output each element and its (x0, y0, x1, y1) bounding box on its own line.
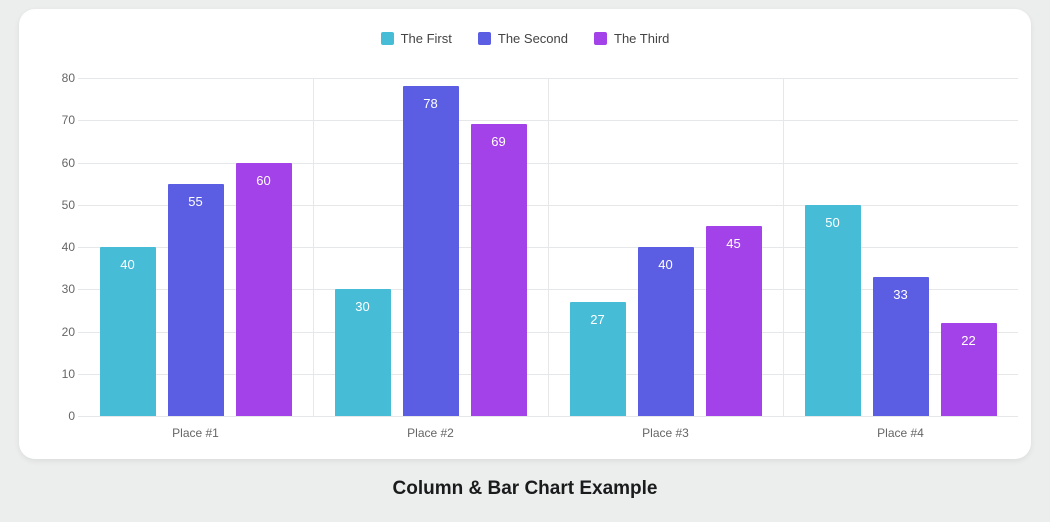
y-tick-label: 50 (47, 198, 75, 212)
bar-value-label: 50 (825, 215, 839, 230)
y-tick-label: 0 (47, 409, 75, 423)
legend-label-second: The Second (498, 31, 568, 46)
chart-title: Column & Bar Chart Example (0, 478, 1050, 500)
y-tick-label: 70 (47, 113, 75, 127)
x-tick-label: Place #3 (642, 426, 689, 440)
bar-value-label: 55 (188, 194, 202, 209)
bar-value-label: 45 (726, 236, 740, 251)
bar-value-label: 27 (590, 312, 604, 327)
y-gridline (78, 416, 1018, 417)
bar[interactable]: 27 (570, 302, 626, 416)
bar[interactable]: 22 (941, 323, 997, 416)
x-gridline (313, 78, 314, 416)
bar-value-label: 30 (355, 299, 369, 314)
y-tick-label: 40 (47, 240, 75, 254)
legend-swatch-third (594, 32, 607, 45)
legend-swatch-second (478, 32, 491, 45)
y-tick-label: 20 (47, 325, 75, 339)
bar[interactable]: 40 (638, 247, 694, 416)
bar-value-label: 40 (658, 257, 672, 272)
bar[interactable]: 55 (168, 184, 224, 416)
bar[interactable]: 33 (873, 277, 929, 416)
legend-item-second[interactable]: The Second (478, 31, 568, 46)
bar-value-label: 22 (961, 333, 975, 348)
y-tick-label: 80 (47, 71, 75, 85)
x-tick-label: Place #2 (407, 426, 454, 440)
legend-swatch-first (381, 32, 394, 45)
legend: The First The Second The Third (19, 31, 1031, 46)
bar-value-label: 69 (491, 134, 505, 149)
y-tick-label: 10 (47, 367, 75, 381)
x-tick-label: Place #1 (172, 426, 219, 440)
bar[interactable]: 69 (471, 124, 527, 416)
bar[interactable]: 30 (335, 289, 391, 416)
bar[interactable]: 60 (236, 163, 292, 417)
bar-value-label: 33 (893, 287, 907, 302)
legend-label-third: The Third (614, 31, 669, 46)
bar-value-label: 78 (423, 96, 437, 111)
bar[interactable]: 78 (403, 86, 459, 416)
y-tick-label: 30 (47, 282, 75, 296)
bar[interactable]: 40 (100, 247, 156, 416)
bar-value-label: 40 (120, 257, 134, 272)
y-tick-label: 60 (47, 156, 75, 170)
legend-label-first: The First (401, 31, 452, 46)
bar[interactable]: 45 (706, 226, 762, 416)
legend-item-third[interactable]: The Third (594, 31, 669, 46)
legend-item-first[interactable]: The First (381, 31, 452, 46)
chart-plot-area: 40 55 60 30 78 69 27 40 45 50 33 22 (78, 78, 1018, 416)
bar-value-label: 60 (256, 173, 270, 188)
x-gridline (783, 78, 784, 416)
x-gridline (548, 78, 549, 416)
chart-card: The First The Second The Third 40 55 60 30 7… (19, 9, 1031, 459)
x-tick-label: Place #4 (877, 426, 924, 440)
bar[interactable]: 50 (805, 205, 861, 416)
